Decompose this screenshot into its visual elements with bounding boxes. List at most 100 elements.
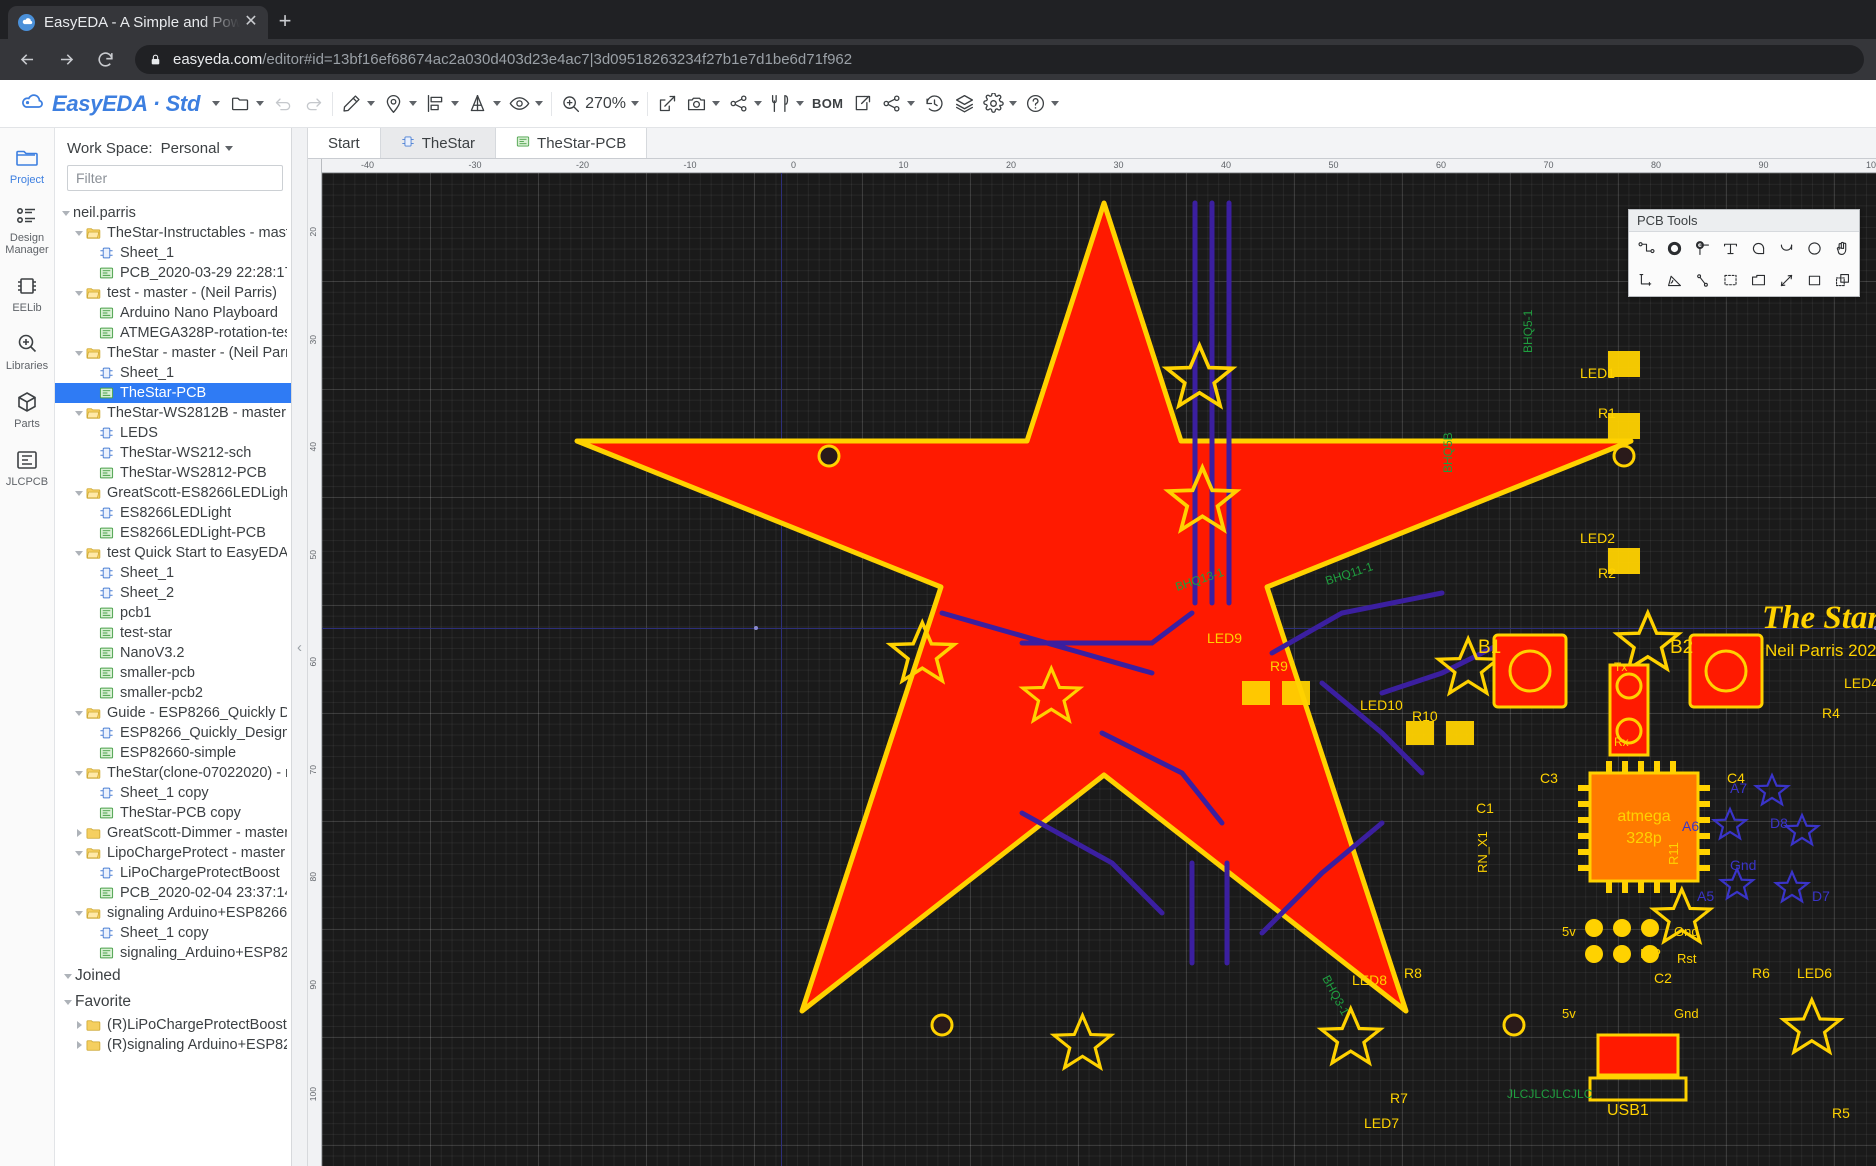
chevron-down-icon[interactable] [1051, 101, 1059, 106]
undo-button[interactable] [268, 87, 298, 121]
circle-icon[interactable] [1800, 236, 1828, 260]
tree-node[interactable]: Sheet_2 [55, 583, 291, 603]
twisty-expanded-icon[interactable] [72, 231, 86, 236]
pcb-tools-panel[interactable]: PCB Tools [1628, 209, 1860, 297]
hand-icon[interactable] [1828, 236, 1856, 260]
place-tool-button[interactable] [379, 87, 421, 121]
dimension-icon[interactable] [1772, 268, 1800, 292]
twisty-expanded-icon[interactable] [72, 291, 86, 296]
chevron-down-icon[interactable] [451, 101, 459, 106]
chevron-down-icon[interactable] [225, 146, 233, 151]
file-menu-button[interactable] [226, 87, 268, 121]
new-tab-button[interactable]: + [268, 6, 302, 39]
tree-node[interactable]: Sheet_1 copy [55, 783, 291, 803]
tree-node-selected[interactable]: TheStar-PCB [55, 383, 291, 403]
tree-node[interactable]: signaling Arduino+ESP8266+SIM8 [55, 903, 291, 923]
filter-input[interactable] [67, 165, 283, 191]
forward-icon[interactable] [51, 45, 81, 75]
track-icon[interactable] [1632, 236, 1660, 260]
tree-node[interactable]: LEDS [55, 423, 291, 443]
tree-node[interactable]: Sheet_1 copy [55, 923, 291, 943]
visibility-button[interactable] [505, 87, 547, 121]
tree-node[interactable]: ES8266LEDLight-PCB [55, 523, 291, 543]
tools-button[interactable] [766, 87, 808, 121]
text-icon[interactable] [1716, 236, 1744, 260]
chevron-down-icon[interactable] [712, 101, 720, 106]
tree-node[interactable]: NanoV3.2 [55, 643, 291, 663]
via-icon[interactable] [1688, 236, 1716, 260]
align-tool-button[interactable] [421, 87, 463, 121]
line-icon[interactable] [1688, 268, 1716, 292]
tree-node[interactable]: signaling_Arduino+ESP8266+SIM [55, 943, 291, 963]
arc-icon[interactable] [1744, 236, 1772, 260]
twisty-collapsed-icon[interactable] [72, 1041, 86, 1049]
tree-node[interactable]: smaller-pcb [55, 663, 291, 683]
help-button[interactable] [1021, 87, 1063, 121]
tree-node[interactable]: ESP82660-simple [55, 743, 291, 763]
twisty-expanded-icon[interactable] [61, 974, 75, 979]
chevron-down-icon[interactable] [256, 101, 264, 106]
reload-icon[interactable] [90, 45, 120, 75]
tree-node[interactable]: (R)LiPoChargeProtectBoost copy - [55, 1015, 291, 1035]
tree-node[interactable]: TheStar(clone-07022020) - master [55, 763, 291, 783]
net-tool-button[interactable] [724, 87, 766, 121]
twisty-expanded-icon[interactable] [61, 1000, 75, 1005]
tree-node[interactable]: Sheet_1 [55, 243, 291, 263]
tree-node[interactable]: test Quick Start to EasyEDA - mast [55, 543, 291, 563]
rail-item-eelib[interactable]: EELib [0, 264, 54, 322]
tab-start[interactable]: Start [308, 128, 381, 158]
photo-view-button[interactable] [682, 87, 724, 121]
chevron-down-icon[interactable] [796, 101, 804, 106]
horizontal-ruler[interactable]: -40-30-20-100102030405060708090100 [322, 159, 1876, 173]
pad-icon[interactable] [1660, 236, 1688, 260]
tree-node[interactable]: TheStar-Instructables - master - (N [55, 223, 291, 243]
tree-node[interactable]: PCB_2020-02-04 23:37:14 [55, 883, 291, 903]
tree-node[interactable]: test - master - (Neil Parris) [55, 283, 291, 303]
tree-node[interactable]: TheStar-PCB copy [55, 803, 291, 823]
easyeda-brand[interactable]: EasyEDA · Std [8, 90, 226, 117]
tree-node[interactable]: test-star [55, 623, 291, 643]
share-button[interactable] [877, 87, 919, 121]
tree-node[interactable]: PCB_2020-03-29 22:28:17 [55, 263, 291, 283]
chevron-down-icon[interactable] [409, 101, 417, 106]
rect-track-icon[interactable] [1632, 268, 1660, 292]
workspace-select[interactable]: Personal [161, 140, 233, 157]
chevron-down-icon[interactable] [367, 101, 375, 106]
browser-tab[interactable]: EasyEDA - A Simple and Powerful ✕ [8, 6, 268, 39]
tree-node[interactable]: LipoChargeProtect - master - (Neil [55, 843, 291, 863]
tree-node[interactable]: GreatScott-ES8266LEDLight - mas [55, 483, 291, 503]
rail-item-libraries[interactable]: Libraries [0, 322, 54, 380]
tab-thestar-pcb[interactable]: TheStar-PCB [496, 128, 647, 158]
tree-node[interactable]: ES8266LEDLight [55, 503, 291, 523]
tree-node[interactable]: TheStar-WS2812B - master - (Neil [55, 403, 291, 423]
layers-button[interactable] [949, 87, 979, 121]
settings-button[interactable] [979, 87, 1021, 121]
twisty-expanded-icon[interactable] [72, 911, 86, 916]
tree-group-joined[interactable]: Joined [55, 963, 291, 989]
chevron-down-icon[interactable] [1009, 101, 1017, 106]
tree-node[interactable]: pcb1 [55, 603, 291, 623]
tree-node[interactable]: TheStar-WS212-sch [55, 443, 291, 463]
history-button[interactable] [919, 87, 949, 121]
tree-node[interactable]: GreatScott-Dimmer - master - (Neil [55, 823, 291, 843]
arc2-icon[interactable] [1772, 236, 1800, 260]
rail-item-parts[interactable]: Parts [0, 380, 54, 438]
tree-node[interactable]: (R)signaling Arduino+ESP8266+SI [55, 1035, 291, 1055]
tree-node[interactable]: Sheet_1 [55, 563, 291, 583]
rectangle-icon[interactable] [1800, 268, 1828, 292]
angle-icon[interactable] [1660, 268, 1688, 292]
rail-item-design-manager[interactable]: Design Manager [0, 194, 54, 264]
back-icon[interactable] [12, 45, 42, 75]
chevron-down-icon[interactable] [631, 101, 639, 106]
tree-group-favorite[interactable]: Favorite [55, 989, 291, 1015]
import-button[interactable] [652, 87, 682, 121]
copper-area-icon[interactable] [1716, 268, 1744, 292]
twisty-expanded-icon[interactable] [72, 491, 86, 496]
panelize-icon[interactable] [1828, 268, 1856, 292]
chevron-down-icon[interactable] [212, 101, 220, 106]
zoom-button[interactable]: 270% [556, 87, 643, 121]
twisty-expanded-icon[interactable] [59, 211, 73, 216]
twisty-collapsed-icon[interactable] [72, 1021, 86, 1029]
tab-thestar[interactable]: TheStar [381, 128, 496, 158]
twisty-expanded-icon[interactable] [72, 411, 86, 416]
